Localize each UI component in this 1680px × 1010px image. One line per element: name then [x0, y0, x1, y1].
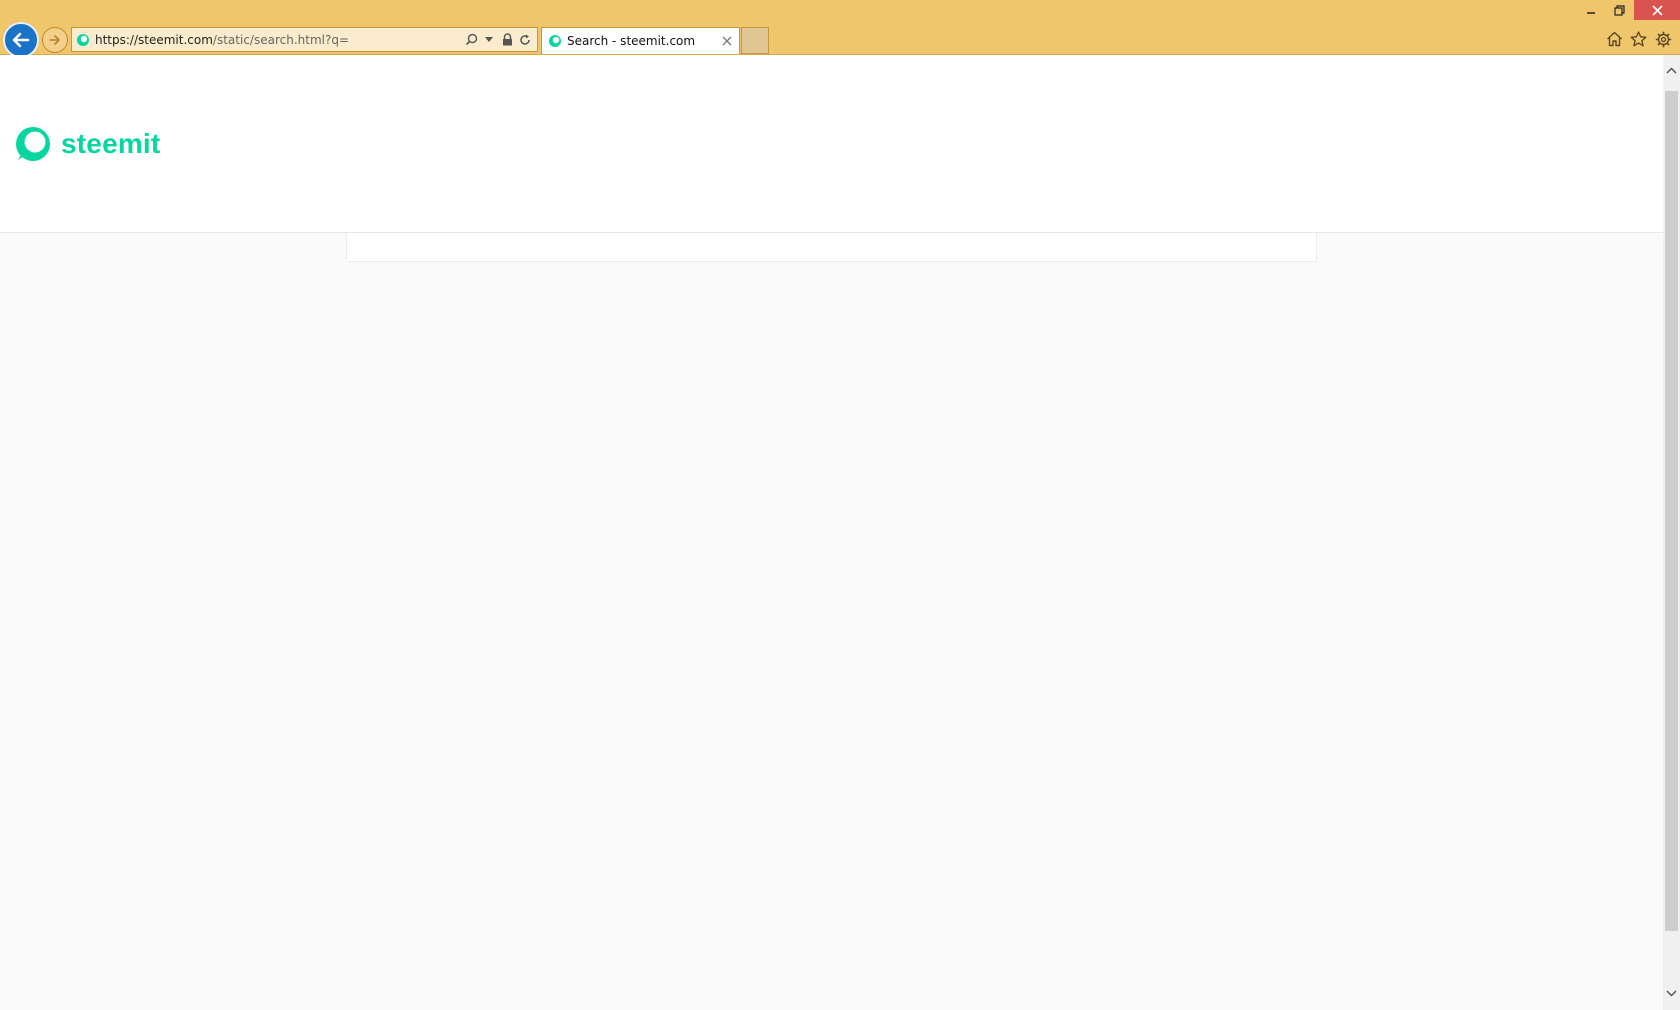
page-viewport: steemit	[0, 55, 1663, 1010]
address-url[interactable]: https://steemit.com/static/search.html?q…	[95, 33, 464, 47]
tab-close-icon[interactable]	[720, 34, 734, 48]
tab-favicon	[549, 35, 561, 47]
url-path: /static/search.html?q=	[212, 32, 350, 47]
scroll-down-arrow[interactable]	[1663, 985, 1680, 1002]
steemit-logo[interactable]: steemit	[15, 125, 160, 163]
window-close-button[interactable]	[1634, 0, 1680, 20]
chevron-down-icon	[1666, 990, 1677, 997]
favorites-star-icon	[1630, 31, 1646, 47]
settings-gear-icon	[1655, 31, 1671, 47]
lock-icon[interactable]	[500, 33, 514, 47]
minimize-icon	[1587, 12, 1595, 14]
restore-icon	[1613, 4, 1625, 16]
new-tab-button[interactable]	[741, 27, 769, 54]
back-button[interactable]	[3, 22, 39, 58]
scroll-thumb[interactable]	[1665, 91, 1678, 931]
site-favicon	[77, 33, 89, 46]
window-close-icon	[1651, 4, 1663, 16]
restore-button[interactable]	[1604, 0, 1634, 20]
address-bar[interactable]: https://steemit.com/static/search.html?q…	[71, 27, 538, 52]
settings-button[interactable]	[1653, 29, 1673, 49]
tab-search[interactable]: Search - steemit.com	[541, 27, 740, 54]
minimize-button[interactable]	[1576, 0, 1606, 20]
forward-button[interactable]	[42, 27, 68, 53]
chevron-up-icon	[1666, 67, 1677, 74]
url-host: https://steemit.com	[95, 32, 213, 47]
back-arrow-icon	[12, 32, 30, 48]
scroll-up-arrow[interactable]	[1663, 62, 1680, 79]
steemit-logo-icon	[16, 127, 50, 161]
home-button[interactable]	[1604, 29, 1624, 49]
forward-arrow-icon	[49, 35, 60, 45]
search-icon[interactable]	[464, 33, 478, 47]
vertical-scrollbar[interactable]	[1663, 55, 1680, 1010]
home-icon	[1606, 31, 1622, 47]
site-header: steemit	[0, 55, 1663, 233]
logo-text: steemit	[61, 128, 161, 159]
browser-chrome: https://steemit.com/static/search.html?q…	[0, 0, 1680, 58]
search-results-card	[346, 233, 1317, 262]
tab-title: Search - steemit.com	[567, 34, 696, 48]
favorites-button[interactable]	[1628, 29, 1648, 49]
refresh-icon[interactable]	[518, 33, 532, 47]
dropdown-icon[interactable]	[482, 33, 496, 47]
